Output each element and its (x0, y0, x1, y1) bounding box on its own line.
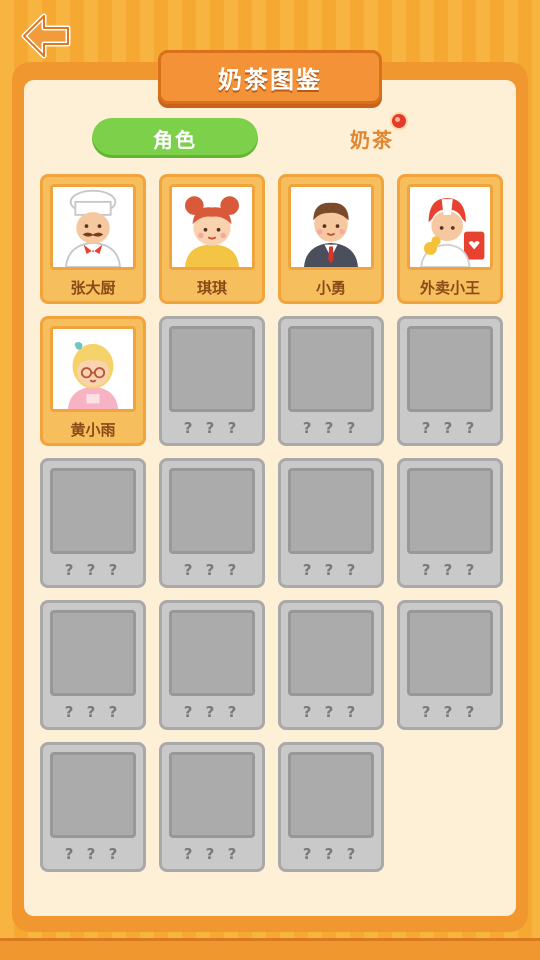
locked-character-card[interactable]: ? ? ? (159, 742, 265, 872)
character-name: ? ? ? (64, 845, 122, 863)
locked-character-card[interactable]: ? ? ? (278, 742, 384, 872)
tab-milk-tea-label: 奶茶 (350, 127, 394, 152)
locked-character-card[interactable]: ? ? ? (397, 316, 503, 446)
boy-suit-portrait (288, 184, 374, 270)
character-name: ? ? ? (421, 419, 479, 437)
page-title: 奶茶图鉴 (218, 65, 322, 94)
character-name: ? ? ? (183, 703, 241, 721)
locked-portrait (288, 752, 374, 838)
character-name: 琪琪 (196, 279, 227, 297)
character-name: ? ? ? (302, 703, 360, 721)
locked-character-card[interactable]: ? ? ? (40, 458, 146, 588)
tab-role-label: 角色 (153, 127, 197, 152)
character-name: ? ? ? (302, 845, 360, 863)
locked-character-card[interactable]: ? ? ? (278, 600, 384, 730)
locked-character-card[interactable]: ? ? ? (278, 458, 384, 588)
character-name: 外卖小王 (419, 279, 480, 297)
character-name: ? ? ? (421, 561, 479, 579)
character-name: 小勇 (315, 279, 346, 297)
locked-portrait (407, 326, 493, 412)
locked-portrait (50, 468, 136, 554)
character-name: ? ? ? (183, 845, 241, 863)
locked-portrait (169, 610, 255, 696)
character-name: ? ? ? (183, 419, 241, 437)
locked-character-card[interactable]: ? ? ? (397, 458, 503, 588)
character-name: ? ? ? (64, 703, 122, 721)
girl-glasses-portrait (50, 326, 136, 412)
character-name: ? ? ? (183, 561, 241, 579)
locked-portrait (288, 468, 374, 554)
locked-character-card[interactable]: ? ? ? (397, 600, 503, 730)
character-card[interactable]: 小勇 (278, 174, 384, 304)
character-name: ? ? ? (421, 703, 479, 721)
tab-role[interactable]: 角色 (92, 118, 258, 158)
character-card[interactable]: 黄小雨 (40, 316, 146, 446)
locked-portrait (288, 326, 374, 412)
bottom-bar (0, 938, 540, 960)
girl-buns-portrait (169, 184, 255, 270)
character-name: ? ? ? (302, 561, 360, 579)
locked-character-card[interactable]: ? ? ? (159, 458, 265, 588)
character-card[interactable]: 张大厨 (40, 174, 146, 304)
locked-portrait (169, 468, 255, 554)
back-arrow-icon (21, 13, 71, 59)
locked-portrait (169, 752, 255, 838)
notification-badge (390, 112, 408, 130)
character-card[interactable]: 外卖小王 (397, 174, 503, 304)
locked-character-card[interactable]: ? ? ? (278, 316, 384, 446)
locked-portrait (50, 752, 136, 838)
character-name: 黄小雨 (70, 421, 116, 439)
chef-portrait (50, 184, 136, 270)
locked-portrait (288, 610, 374, 696)
locked-portrait (169, 326, 255, 412)
locked-character-card[interactable]: ? ? ? (40, 600, 146, 730)
character-card[interactable]: 琪琪 (159, 174, 265, 304)
locked-character-card[interactable]: ? ? ? (40, 742, 146, 872)
back-button[interactable] (18, 10, 76, 62)
character-name: 张大厨 (70, 279, 116, 297)
title-banner: 奶茶图鉴 (158, 50, 382, 104)
character-name: ? ? ? (302, 419, 360, 437)
locked-character-card[interactable]: ? ? ? (159, 600, 265, 730)
locked-character-card[interactable]: ? ? ? (159, 316, 265, 446)
character-grid: 张大厨 琪琪 小勇 外卖小王 黄小雨? ? ?? ? ?? ? ?? ? ?? (40, 174, 504, 872)
character-name: ? ? ? (64, 561, 122, 579)
delivery-portrait (407, 184, 493, 270)
locked-portrait (407, 468, 493, 554)
locked-portrait (407, 610, 493, 696)
locked-portrait (50, 610, 136, 696)
